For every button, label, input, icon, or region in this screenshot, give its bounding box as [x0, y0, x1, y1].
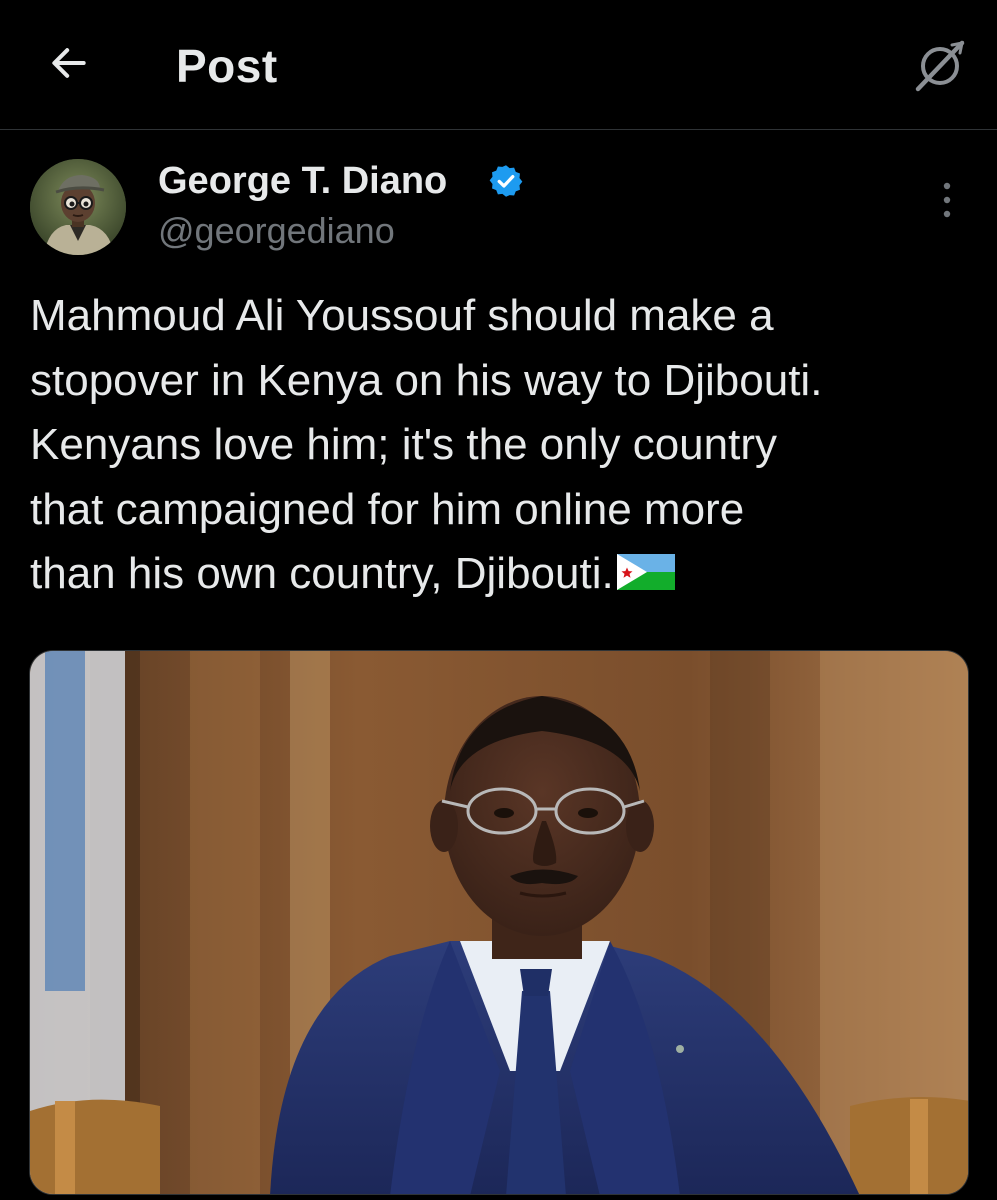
- top-bar: Post: [0, 0, 997, 130]
- more-options-button[interactable]: [925, 172, 969, 228]
- photo-man-in-suit-image: [30, 651, 968, 1194]
- post-body: Mahmoud Ali Youssouf should make a stopo…: [30, 291, 823, 598]
- avatar[interactable]: [30, 159, 126, 255]
- author-handle[interactable]: @georgediano: [158, 208, 395, 254]
- page-title: Post: [176, 40, 278, 92]
- post-text: Mahmoud Ali Youssouf should make a stopo…: [30, 284, 970, 607]
- flag-djibouti-icon: [616, 554, 675, 590]
- grok-slash-icon: [915, 40, 965, 92]
- author-name[interactable]: George T. Diano: [158, 158, 447, 204]
- verified-badge-icon: [489, 165, 523, 197]
- post-image[interactable]: [29, 650, 969, 1195]
- cartoon-avatar-image: [30, 159, 126, 255]
- arrow-left-icon: [52, 48, 86, 78]
- grok-button[interactable]: [909, 34, 971, 96]
- back-button[interactable]: [36, 30, 102, 96]
- more-vertical-icon: [943, 182, 951, 218]
